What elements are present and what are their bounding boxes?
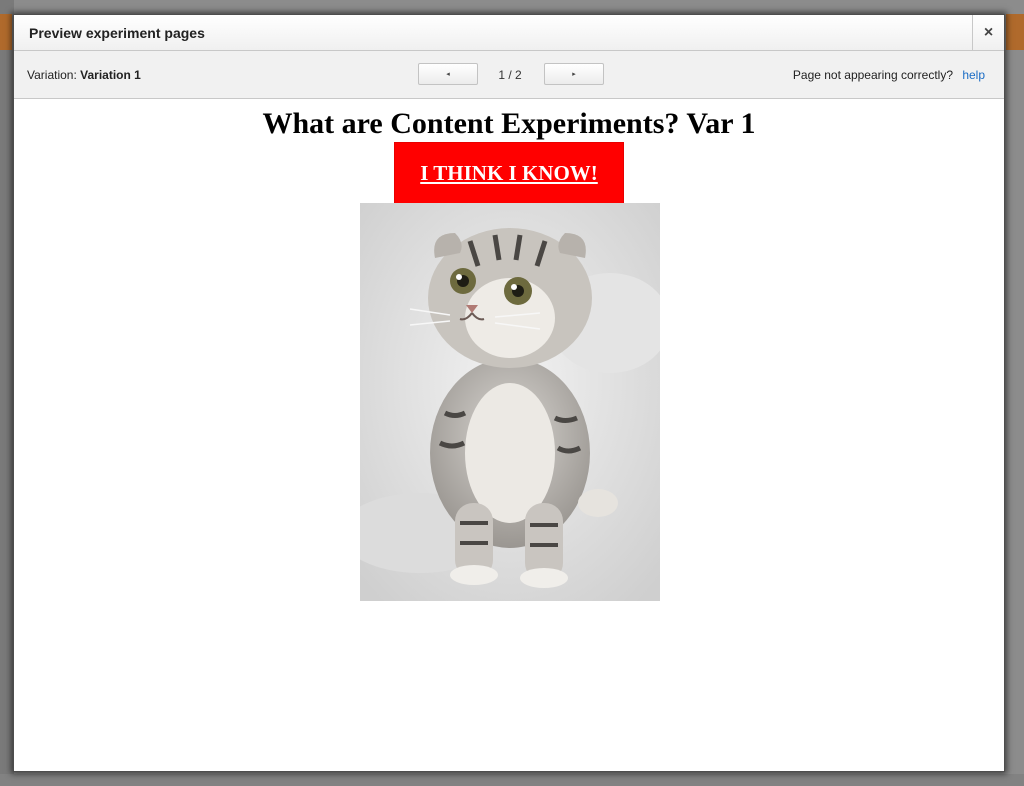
background-left-strip: [0, 0, 14, 786]
variation-label: Variation:: [27, 68, 77, 82]
arrow-left-icon: ◂: [446, 71, 450, 78]
next-page-button[interactable]: ▸: [544, 63, 604, 85]
cta-link[interactable]: I THINK I KNOW!: [420, 161, 598, 186]
preview-toolbar: Variation: Variation 1 ◂ 1 / 2 ▸ Page no…: [14, 51, 1004, 99]
background-bottom-strip: [0, 774, 1024, 786]
page-counter: 1 / 2: [498, 68, 522, 82]
dialog-title: Preview experiment pages: [29, 25, 205, 41]
problem-text: Page not appearing correctly?: [792, 68, 953, 82]
help-link[interactable]: help: [962, 68, 985, 82]
close-icon: ×: [983, 23, 994, 41]
preview-heading: What are Content Experiments? Var 1: [262, 107, 756, 140]
kitten-image: [360, 203, 660, 601]
variation-indicator: Variation: Variation 1: [27, 68, 141, 82]
background-orange-bar-right: [1006, 14, 1024, 50]
previous-page-button[interactable]: ◂: [418, 63, 478, 85]
variation-value: Variation 1: [80, 68, 141, 82]
kitten-illustration: [360, 203, 660, 601]
preview-dialog: Preview experiment pages × Variation: Va…: [13, 14, 1005, 772]
background-orange-bar-left: [0, 14, 12, 50]
preview-page: What are Content Experiments? Var 1 I TH…: [14, 99, 1004, 771]
dialog-titlebar: Preview experiment pages ×: [14, 15, 1004, 51]
cta-box: I THINK I KNOW!: [394, 142, 624, 204]
arrow-right-icon: ▸: [572, 71, 576, 78]
close-button[interactable]: ×: [972, 15, 1004, 50]
